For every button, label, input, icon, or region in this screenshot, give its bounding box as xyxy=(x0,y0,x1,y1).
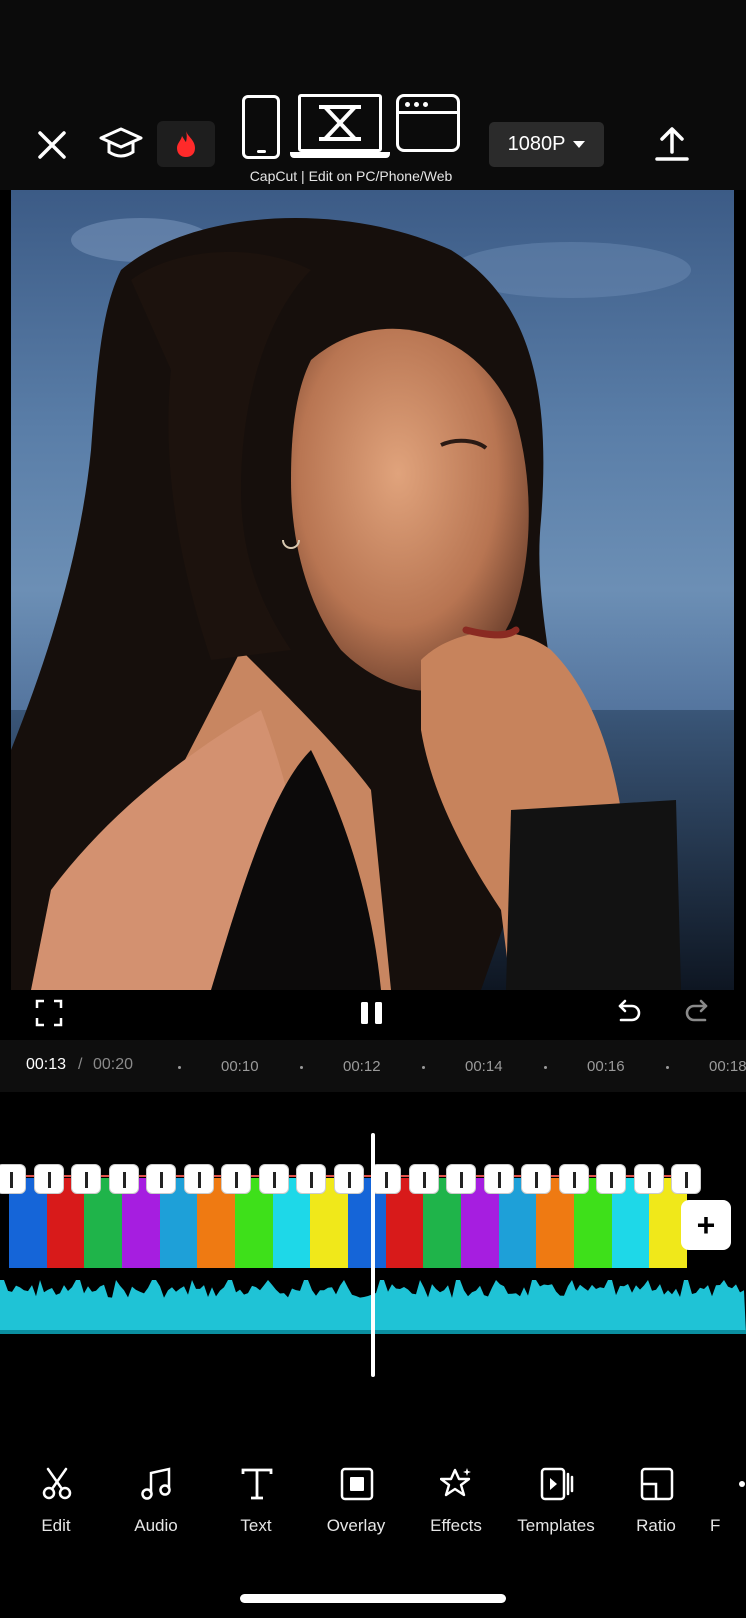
ruler-dot xyxy=(666,1066,669,1069)
transition-key[interactable] xyxy=(296,1164,326,1194)
tool-label: Ratio xyxy=(636,1516,676,1535)
ruler-tick: 00:14 xyxy=(465,1058,503,1075)
current-time: 00:13 xyxy=(26,1056,67,1073)
transition-key[interactable] xyxy=(521,1164,551,1194)
capcut-logo-icon xyxy=(319,105,361,141)
video-preview[interactable] xyxy=(11,190,734,990)
transition-key[interactable] xyxy=(633,1164,664,1194)
phone-icon xyxy=(242,95,280,159)
ruler-dot xyxy=(178,1066,181,1069)
ruler-dot xyxy=(300,1066,303,1069)
home-indicator[interactable] xyxy=(240,1594,506,1603)
learn-cap-icon xyxy=(99,127,143,158)
ruler-tick: 00:16 xyxy=(587,1058,625,1075)
transition-key[interactable] xyxy=(371,1164,401,1194)
tool-text[interactable]: Text xyxy=(206,1450,306,1540)
tool-label: Edit xyxy=(41,1516,71,1535)
transition-key[interactable] xyxy=(558,1164,589,1194)
tool-label: Effects xyxy=(430,1516,482,1535)
resolution-dropdown[interactable]: 1080P xyxy=(489,122,604,167)
transition-key[interactable] xyxy=(146,1164,176,1194)
tool-ratio[interactable]: Ratio xyxy=(606,1450,706,1540)
ratio-icon xyxy=(640,1467,674,1501)
tool-label: Templates xyxy=(517,1516,595,1535)
ruler-dot xyxy=(544,1066,547,1069)
cross-device-banner[interactable]: CapCut | Edit on PC/Phone/Web xyxy=(238,92,464,184)
time-separator: / xyxy=(78,1056,83,1073)
tool-edit[interactable]: Edit xyxy=(6,1450,106,1540)
device-caption: CapCut | Edit on PC/Phone/Web xyxy=(249,168,453,184)
tool-effects[interactable]: Effects xyxy=(406,1450,506,1540)
close-button[interactable] xyxy=(33,126,71,164)
trending-button[interactable] xyxy=(157,121,215,167)
text-icon xyxy=(241,1468,273,1500)
transition-key[interactable] xyxy=(333,1164,364,1194)
transition-key[interactable] xyxy=(446,1164,476,1194)
redo-button[interactable] xyxy=(682,996,714,1028)
hot-flame-icon xyxy=(177,131,195,157)
close-icon xyxy=(38,131,66,159)
export-button[interactable] xyxy=(652,124,692,164)
laptop-capcut-icon xyxy=(298,94,382,152)
bottom-toolbar: Edit Audio Text Overlay Effects Template… xyxy=(0,1450,746,1540)
pause-icon xyxy=(361,1002,382,1024)
transition-key[interactable] xyxy=(71,1164,101,1194)
playhead[interactable] xyxy=(371,1133,375,1377)
ruler-tick: 00:10 xyxy=(221,1058,259,1075)
overlay-icon xyxy=(340,1467,374,1501)
pause-button[interactable] xyxy=(357,996,387,1030)
transition-key[interactable] xyxy=(183,1164,214,1194)
laptop-base xyxy=(290,152,390,158)
undo-icon xyxy=(618,999,641,1022)
effects-star-icon xyxy=(440,1468,471,1497)
resolution-label: 1080P xyxy=(507,133,566,155)
transition-key[interactable] xyxy=(483,1164,514,1194)
tool-label: F xyxy=(710,1516,721,1535)
fullscreen-icon xyxy=(35,999,63,1027)
tool-label: Overlay xyxy=(326,1516,386,1535)
more-icon xyxy=(739,1481,745,1487)
tool-templates[interactable]: Templates xyxy=(506,1450,606,1540)
tool-overlay[interactable]: Overlay xyxy=(306,1450,406,1540)
transition-key[interactable] xyxy=(408,1164,439,1194)
time-ruler[interactable]: 00:13 / 00:20 00:10 00:12 00:14 00:16 00… xyxy=(0,1040,746,1092)
redo-icon xyxy=(685,999,708,1022)
transition-key[interactable] xyxy=(33,1164,64,1194)
learn-button[interactable] xyxy=(98,124,144,164)
transition-key[interactable] xyxy=(108,1164,139,1194)
tool-label: Audio xyxy=(134,1516,178,1535)
export-upload-icon xyxy=(655,127,689,161)
total-duration: 00:20 xyxy=(93,1056,134,1073)
templates-icon xyxy=(540,1467,574,1501)
ruler-tick: 00:18 xyxy=(709,1058,746,1075)
scissors-icon xyxy=(42,1467,72,1500)
undo-button[interactable] xyxy=(612,996,644,1028)
top-bar: CapCut | Edit on PC/Phone/Web 1080P xyxy=(0,0,746,190)
fullscreen-button[interactable] xyxy=(34,998,64,1028)
transition-keys-strip xyxy=(0,1164,701,1196)
transition-key[interactable] xyxy=(0,1164,26,1194)
music-note-icon xyxy=(141,1467,171,1500)
transition-key[interactable] xyxy=(671,1164,701,1194)
transition-key[interactable] xyxy=(596,1164,626,1194)
ruler-tick: 00:12 xyxy=(343,1058,381,1075)
browser-icon xyxy=(396,94,460,152)
preview-photo xyxy=(11,218,734,990)
transition-key[interactable] xyxy=(258,1164,289,1194)
tool-audio[interactable]: Audio xyxy=(106,1450,206,1540)
ruler-dot xyxy=(422,1066,425,1069)
chevron-down-icon xyxy=(573,141,586,148)
add-clip-button[interactable]: + xyxy=(681,1200,731,1250)
transition-key[interactable] xyxy=(221,1164,251,1194)
tool-more[interactable]: F xyxy=(706,1450,746,1540)
tool-label: Text xyxy=(240,1516,272,1535)
player-controls xyxy=(0,990,746,1040)
